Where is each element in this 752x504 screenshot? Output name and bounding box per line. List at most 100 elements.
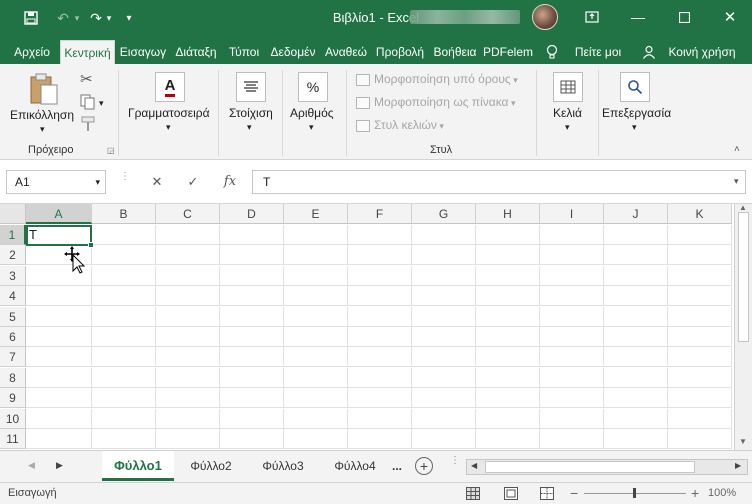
cell-c11[interactable] xyxy=(156,429,220,449)
cell-k2[interactable] xyxy=(668,245,732,266)
cell-h3[interactable] xyxy=(476,265,540,286)
cell-h11[interactable] xyxy=(476,429,540,449)
cell-j2[interactable] xyxy=(604,245,668,266)
name-box[interactable]: A1 ▾ xyxy=(6,170,106,194)
cell-h10[interactable] xyxy=(476,408,540,429)
fill-handle[interactable] xyxy=(88,242,94,248)
cell-h8[interactable] xyxy=(476,367,540,388)
cell-d2[interactable] xyxy=(220,245,284,266)
cell-g1[interactable] xyxy=(412,225,476,245)
cell-d9[interactable] xyxy=(220,388,284,409)
alignment-button[interactable]: Στοίχιση xyxy=(229,106,273,120)
cell-j9[interactable] xyxy=(604,388,668,409)
formula-input[interactable]: T xyxy=(252,170,746,194)
paste-button[interactable]: Επικόλληση xyxy=(10,108,74,122)
sheet-tab-4[interactable]: Φύλλο4 xyxy=(320,451,390,481)
sheet-tab-3[interactable]: Φύλλο3 xyxy=(248,451,318,481)
column-header-h[interactable]: H xyxy=(476,204,540,224)
confirm-entry-icon[interactable]: ✓ xyxy=(183,172,203,192)
cell-e10[interactable] xyxy=(284,408,348,429)
cell-d6[interactable] xyxy=(220,327,284,347)
cell-g5[interactable] xyxy=(412,306,476,327)
cell-f6[interactable] xyxy=(348,327,412,347)
editing-icon[interactable] xyxy=(620,72,650,102)
cell-g8[interactable] xyxy=(412,367,476,388)
cell-f9[interactable] xyxy=(348,388,412,409)
cell-b9[interactable] xyxy=(92,388,156,409)
cell-e9[interactable] xyxy=(284,388,348,409)
cell-i4[interactable] xyxy=(540,286,604,307)
scroll-up-icon[interactable]: ▲ xyxy=(739,203,747,212)
font-dropdown-icon[interactable]: ▾ xyxy=(166,122,171,133)
cell-j8[interactable] xyxy=(604,367,668,388)
cell-c9[interactable] xyxy=(156,388,220,409)
row-header-7[interactable]: 7 xyxy=(0,347,26,368)
copy-icon[interactable] xyxy=(80,94,96,113)
tab-view[interactable]: Προβολή xyxy=(373,40,427,64)
cut-icon[interactable]: ✂ xyxy=(80,70,93,88)
cell-j11[interactable] xyxy=(604,429,668,449)
cell-b11[interactable] xyxy=(92,429,156,449)
cell-b1[interactable] xyxy=(92,225,156,245)
tab-page-layout[interactable]: Διάταξη xyxy=(171,40,221,64)
collapse-ribbon-icon[interactable]: ˄ xyxy=(734,144,740,155)
row-header-1[interactable]: 1 xyxy=(0,225,26,245)
add-sheet-button[interactable]: + xyxy=(415,457,433,475)
cell-e8[interactable] xyxy=(284,367,348,388)
cell-k4[interactable] xyxy=(668,286,732,307)
cell-f4[interactable] xyxy=(348,286,412,307)
cell-d4[interactable] xyxy=(220,286,284,307)
cell-i11[interactable] xyxy=(540,429,604,449)
sheet-tab-1[interactable]: Φύλλο1 xyxy=(102,451,174,481)
scrollbar-splitter-icon[interactable]: ⋮ xyxy=(450,456,460,466)
cell-i7[interactable] xyxy=(540,347,604,368)
cell-k11[interactable] xyxy=(668,429,732,449)
cell-e7[interactable] xyxy=(284,347,348,368)
alignment-dropdown-icon[interactable]: ▾ xyxy=(247,122,252,133)
expand-formula-bar-icon[interactable]: ▾ xyxy=(734,176,739,187)
cell-c10[interactable] xyxy=(156,408,220,429)
maximize-icon[interactable] xyxy=(670,6,698,28)
cell-c1[interactable] xyxy=(156,225,220,245)
worksheet-grid[interactable]: A B C D E F G H I J K 1 T 2 3 4 5 6 7 8 9 10 11 xyxy=(0,204,752,450)
cell-f10[interactable] xyxy=(348,408,412,429)
cell-i3[interactable] xyxy=(540,265,604,286)
row-header-9[interactable]: 9 xyxy=(0,388,26,409)
column-header-i[interactable]: I xyxy=(540,204,604,224)
lightbulb-icon[interactable] xyxy=(540,40,564,64)
cell-f7[interactable] xyxy=(348,347,412,368)
select-all-corner[interactable] xyxy=(0,204,26,224)
cell-i6[interactable] xyxy=(540,327,604,347)
cell-d1[interactable] xyxy=(220,225,284,245)
cell-h2[interactable] xyxy=(476,245,540,266)
cell-g9[interactable] xyxy=(412,388,476,409)
alignment-icon[interactable] xyxy=(236,72,266,102)
zoom-level[interactable]: 100% xyxy=(708,487,736,499)
cell-k9[interactable] xyxy=(668,388,732,409)
cell-a11[interactable] xyxy=(26,429,92,449)
zoom-in-button[interactable]: + xyxy=(691,485,699,501)
row-header-2[interactable]: 2 xyxy=(0,245,26,266)
column-header-k[interactable]: K xyxy=(668,204,732,224)
column-header-e[interactable]: E xyxy=(284,204,348,224)
cell-j5[interactable] xyxy=(604,306,668,327)
cell-h9[interactable] xyxy=(476,388,540,409)
cell-c5[interactable] xyxy=(156,306,220,327)
row-header-6[interactable]: 6 xyxy=(0,327,26,347)
cell-e6[interactable] xyxy=(284,327,348,347)
scroll-left-icon[interactable]: ◀ xyxy=(471,461,477,470)
cell-j4[interactable] xyxy=(604,286,668,307)
cell-d7[interactable] xyxy=(220,347,284,368)
cell-g3[interactable] xyxy=(412,265,476,286)
tab-help[interactable]: Βοήθεια xyxy=(429,40,481,64)
cell-f5[interactable] xyxy=(348,306,412,327)
cell-e1[interactable] xyxy=(284,225,348,245)
cell-h4[interactable] xyxy=(476,286,540,307)
tab-formulas[interactable]: Τύποι xyxy=(223,40,265,64)
cell-g10[interactable] xyxy=(412,408,476,429)
cell-c6[interactable] xyxy=(156,327,220,347)
column-header-c[interactable]: C xyxy=(156,204,220,224)
scroll-down-icon[interactable]: ▼ xyxy=(739,437,747,446)
cell-c3[interactable] xyxy=(156,265,220,286)
cell-a7[interactable] xyxy=(26,347,92,368)
